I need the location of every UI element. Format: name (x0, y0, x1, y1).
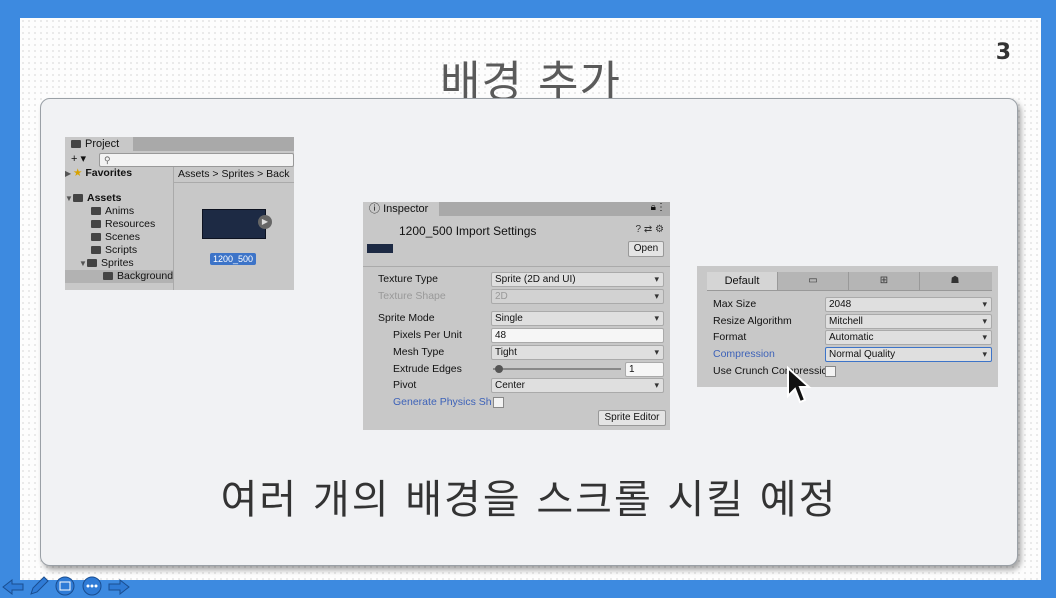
folder-icon (91, 207, 101, 215)
extrude-slider-handle[interactable] (495, 365, 503, 373)
tree-item-scenes[interactable]: Scenes (65, 231, 173, 244)
play-icon[interactable]: ▶ (258, 215, 272, 229)
asset-label[interactable]: 1200_500 (210, 253, 256, 265)
tree-item-background[interactable]: Background (65, 270, 173, 283)
slide-caption: 여러 개의 배경을 스크롤 시킬 예정 (220, 477, 838, 523)
android-icon[interactable]: ☗ (920, 272, 990, 290)
texture-shape-label: Texture Shape (378, 290, 446, 302)
extrude-input[interactable]: 1 (625, 362, 664, 377)
mesh-type-label: Mesh Type (393, 346, 445, 358)
inspector-panel: ⓘ Inspector 🔒︎⋮ 1200_500 Import Settings… (363, 202, 670, 430)
arrow-right-icon[interactable] (108, 579, 130, 595)
project-tree: ▶ ★ Favorites ▼ Assets Anims Resources Sce… (65, 167, 174, 290)
max-size-dropdown[interactable]: 2048 (825, 297, 992, 312)
chevron-right-icon[interactable]: ▶ (65, 167, 73, 180)
folder-icon (91, 220, 101, 228)
texture-type-dropdown[interactable]: Sprite (2D and UI) (491, 272, 664, 287)
format-label: Format (713, 331, 747, 343)
physics-shape-label: Generate Physics Sh (393, 396, 492, 408)
lock-icon[interactable]: 🔒︎⋮ (651, 202, 666, 213)
extrude-label: Extrude Edges (393, 363, 462, 375)
info-icon: ⓘ (369, 203, 380, 215)
tree-item-anims[interactable]: Anims (65, 205, 173, 218)
project-content: Assets > Sprites > Back ▶ 1200_500 (174, 167, 294, 290)
max-size-label: Max Size (713, 298, 757, 310)
format-dropdown[interactable]: Automatic (825, 330, 992, 345)
slides-icon[interactable] (55, 576, 75, 596)
ppu-label: Pixels Per Unit (393, 329, 462, 341)
arrow-left-icon[interactable] (2, 579, 24, 595)
tree-item-scripts[interactable]: Scripts (65, 244, 173, 257)
breadcrumb[interactable]: Assets > Sprites > Back (174, 167, 294, 183)
tree-item-resources[interactable]: Resources (65, 218, 173, 231)
monitor-icon[interactable]: ▭ (778, 272, 849, 290)
inspector-tab[interactable]: ⓘ Inspector (363, 202, 439, 216)
star-icon: ★ (73, 167, 83, 179)
platform-tabs: Default ▭ ⊞ ☗ (707, 272, 992, 291)
search-icon: ⚲ (104, 155, 111, 165)
compression-dropdown[interactable]: Normal Quality (825, 347, 992, 362)
slide-navigation (0, 576, 140, 598)
folder-icon (103, 272, 113, 280)
folder-icon (91, 246, 101, 254)
physics-shape-checkbox[interactable] (493, 397, 504, 408)
tree-item-sprites[interactable]: ▼ Sprites (65, 257, 173, 270)
texture-type-label: Texture Type (378, 273, 438, 285)
sprite-mode-label: Sprite Mode (378, 312, 435, 324)
chevron-down-icon[interactable]: ▼ (79, 257, 87, 270)
extrude-slider-track[interactable] (493, 368, 621, 370)
tree-item-assets[interactable]: ▼ Assets (65, 192, 173, 205)
windows-icon[interactable]: ⊞ (849, 272, 920, 290)
mesh-type-dropdown[interactable]: Tight (491, 345, 664, 360)
sprite-mode-dropdown[interactable]: Single (491, 311, 664, 326)
tree-item-favorites[interactable]: ▶ ★ Favorites (65, 167, 173, 180)
pen-icon[interactable] (28, 576, 50, 596)
pivot-label: Pivot (393, 379, 417, 391)
texture-shape-dropdown: 2D (491, 289, 664, 304)
pivot-dropdown[interactable]: Center (491, 378, 664, 393)
sprite-editor-button[interactable]: Sprite Editor (598, 410, 666, 426)
help-settings-icons[interactable]: ? ⇄ ⚙ (636, 224, 664, 235)
compression-label: Compression (713, 348, 775, 360)
asset-thumbnail[interactable] (202, 209, 266, 239)
folder-icon (91, 233, 101, 241)
chevron-down-icon[interactable]: ▼ (65, 192, 73, 205)
mouse-cursor-icon (787, 366, 812, 404)
folder-icon (71, 140, 81, 148)
texture-preview (367, 244, 393, 253)
inspector-title: 1200_500 Import Settings (399, 224, 537, 238)
folder-icon (87, 259, 97, 267)
resize-algorithm-dropdown[interactable]: Mitchell (825, 314, 992, 329)
more-icon[interactable] (82, 576, 102, 596)
resize-algorithm-label: Resize Algorithm (713, 315, 792, 327)
crunch-checkbox[interactable] (825, 366, 836, 377)
open-button[interactable]: Open (628, 241, 664, 257)
project-panel: Project + ▾ ⚲ ▶ ★ Favorites ▼ Assets Anims… (65, 137, 294, 290)
ppu-input[interactable]: 48 (491, 328, 664, 343)
project-tab[interactable]: Project (65, 137, 133, 151)
platform-settings-panel: Default ▭ ⊞ ☗ Max Size 2048 Resize Algor… (697, 266, 998, 387)
folder-icon (73, 194, 83, 202)
search-input[interactable]: ⚲ (99, 153, 294, 167)
tab-default[interactable]: Default (707, 272, 778, 290)
page-number: 3 (995, 40, 1011, 65)
add-button[interactable]: + ▾ (71, 152, 86, 165)
